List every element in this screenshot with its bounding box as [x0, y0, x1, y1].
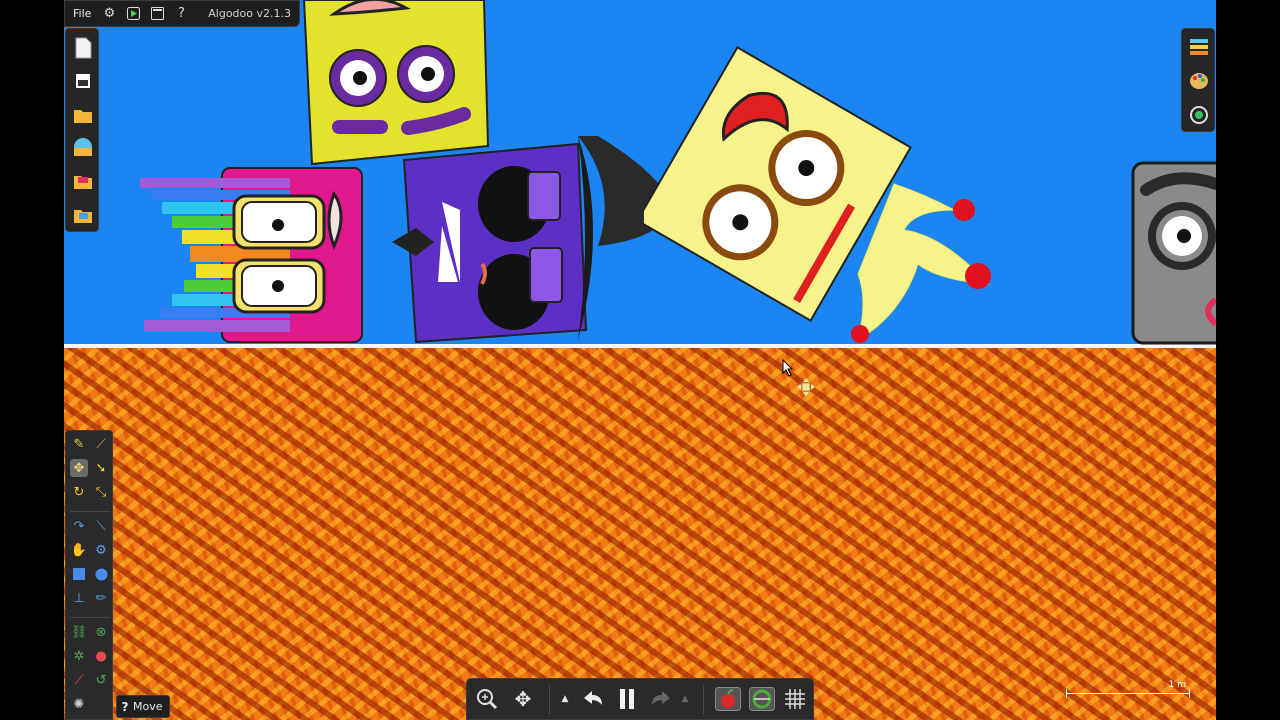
toolbar-separator	[703, 685, 704, 715]
chain-tool[interactable]: ⛓	[70, 623, 88, 641]
file-menu[interactable]: File	[65, 7, 97, 20]
brush-tool[interactable]: ✏	[92, 589, 110, 607]
hand-tool[interactable]: ✋	[70, 541, 88, 559]
box-tool[interactable]	[70, 565, 88, 583]
gray-block-character[interactable]	[1130, 160, 1216, 346]
open-folder-icon[interactable]	[73, 105, 93, 125]
zoom-icon[interactable]	[475, 687, 499, 711]
rotate-tool[interactable]: ↻	[70, 483, 88, 501]
purple-block-hat-character[interactable]	[382, 132, 672, 346]
tool-separator	[70, 511, 110, 512]
redo-menu-icon[interactable]: ▲	[679, 687, 691, 711]
cut-tool[interactable]: ⟋	[92, 435, 110, 453]
layers-icon[interactable]	[1189, 37, 1209, 57]
pause-icon[interactable]	[615, 687, 639, 711]
simulation-canvas[interactable]	[64, 0, 1216, 720]
current-tool-label: ? Move	[116, 695, 170, 718]
undo-menu-icon[interactable]: ▲	[559, 687, 571, 711]
undo-icon[interactable]	[581, 687, 605, 711]
spring-tool[interactable]: ↺	[92, 671, 110, 689]
window-icon[interactable]	[150, 7, 164, 21]
scale-tool[interactable]: ⤡	[92, 483, 110, 501]
pink-rainbow-block-character[interactable]	[138, 164, 368, 346]
version-label: Algodoo v2.1.3	[208, 7, 291, 20]
new-scene-icon[interactable]	[73, 37, 93, 59]
top-menu-bar: File ⚙ ? Algodoo v2.1.3	[64, 0, 300, 27]
clear-scene-icon[interactable]	[73, 71, 93, 91]
file-panel	[65, 28, 99, 232]
tracer-tool[interactable]: ✺	[70, 695, 88, 713]
air-friction-icon[interactable]	[749, 687, 775, 711]
circle-tool[interactable]	[92, 565, 110, 583]
tool-name: Move	[133, 700, 163, 713]
play-scene-icon[interactable]	[126, 7, 140, 21]
scene-folder-icon[interactable]	[73, 205, 93, 225]
redo-icon[interactable]	[649, 687, 673, 711]
fixate-tool[interactable]: ●	[92, 647, 110, 665]
bottom-toolbar: ✥ ▲ ▲	[466, 678, 814, 720]
sketch-tool[interactable]: ✎	[70, 435, 88, 453]
axle-tool[interactable]: ⊗	[92, 623, 110, 641]
thruster-tool[interactable]: ✲	[70, 647, 88, 665]
gear-tool[interactable]: ⚙	[92, 541, 110, 559]
help-icon[interactable]: ?	[174, 6, 188, 21]
pan-icon[interactable]: ✥	[511, 687, 535, 711]
rope-tool[interactable]: ↷	[70, 517, 88, 535]
lava-ground[interactable]	[64, 348, 1216, 720]
gear-icon[interactable]: ⚙	[102, 6, 116, 21]
move-tool[interactable]: ✥	[70, 459, 88, 477]
appearance-palette-icon[interactable]	[1189, 71, 1209, 91]
zoom-to-fit-icon[interactable]	[1189, 105, 1209, 125]
toolbar-separator	[549, 685, 550, 715]
pale-yellow-tilted-character[interactable]	[644, 44, 994, 344]
move-cursor-icon	[797, 378, 815, 396]
scale-line	[1066, 693, 1190, 694]
scale-bar: 1 m	[1066, 680, 1190, 699]
knife-tool[interactable]: ⟍	[92, 517, 110, 535]
tool-help-button[interactable]: ?	[117, 700, 133, 714]
mouse-pointer-icon	[782, 359, 794, 377]
grid-icon[interactable]	[783, 687, 807, 711]
plane-tool[interactable]: ⊥	[70, 589, 88, 607]
drag-tool[interactable]: ➘	[92, 459, 110, 477]
phunlets-icon[interactable]	[73, 171, 93, 191]
scale-tick-right	[1189, 689, 1190, 698]
laser-tool[interactable]: ⟋	[70, 671, 88, 689]
gravity-icon[interactable]	[715, 687, 741, 711]
tool-panel: ✎ ⟋ ✥ ➘ ↻ ⤡ ↷ ⟍ ✋ ⚙ ⊥ ✏ ⛓ ⊗ ✲ ● ⟋ ↺ ✺	[65, 430, 113, 720]
right-panel	[1181, 28, 1215, 132]
tool-separator	[70, 617, 110, 618]
scene-browser-icon[interactable]	[73, 137, 93, 157]
scale-label: 1 m	[1168, 680, 1186, 690]
